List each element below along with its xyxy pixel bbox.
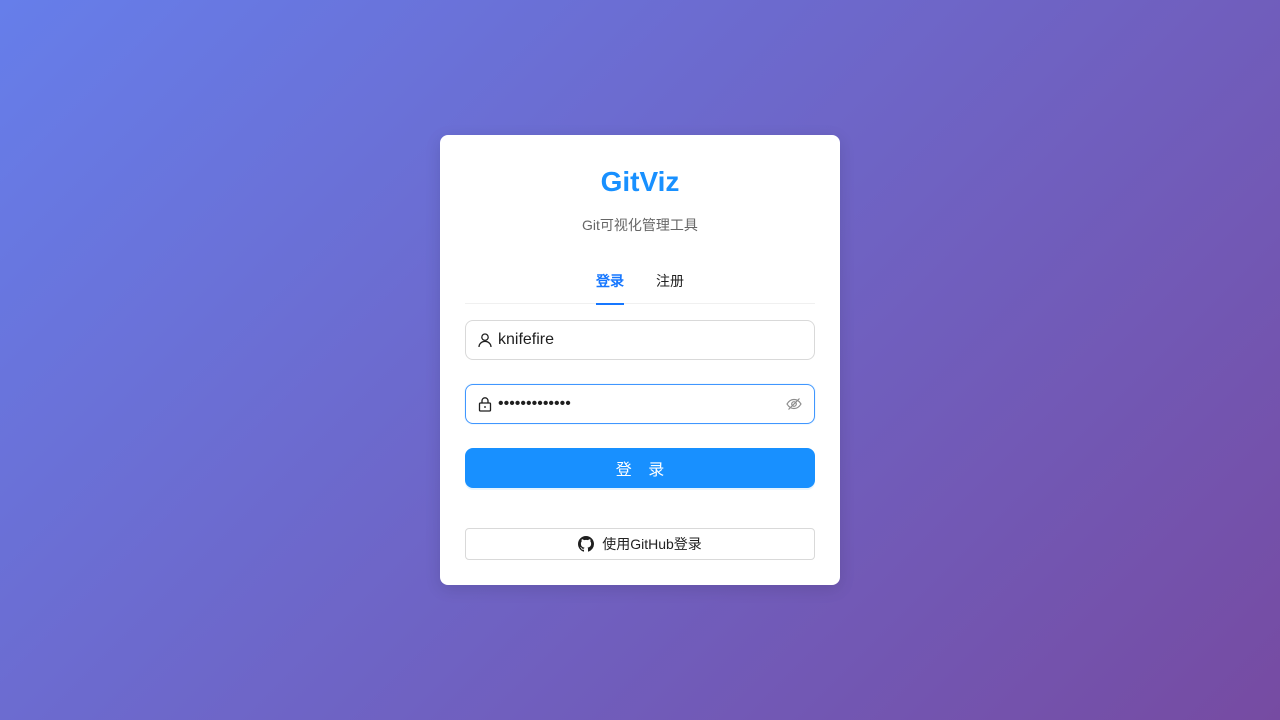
login-card: GitViz Git可视化管理工具 登录 注册 knifefire ••••••… <box>440 135 840 585</box>
password-field[interactable] <box>465 384 815 424</box>
app-title: GitViz <box>600 166 680 197</box>
github-icon <box>578 536 595 552</box>
username-field[interactable] <box>465 320 815 360</box>
lock-icon <box>477 396 493 412</box>
app-subtitle: Git可视化管理工具 <box>582 217 698 233</box>
username-input[interactable] <box>498 321 803 359</box>
password-input[interactable] <box>498 385 785 423</box>
auth-tabs: 登录 注册 <box>465 269 815 305</box>
tab-login[interactable]: 登录 <box>596 269 624 305</box>
login-button[interactable]: 登 录 <box>465 448 815 488</box>
user-icon <box>477 332 493 348</box>
github-login-button[interactable]: 使用GitHub登录 <box>465 528 815 560</box>
github-login-label: 使用GitHub登录 <box>602 536 702 552</box>
tab-register[interactable]: 注册 <box>656 269 684 304</box>
eye-invisible-icon[interactable] <box>785 395 803 413</box>
